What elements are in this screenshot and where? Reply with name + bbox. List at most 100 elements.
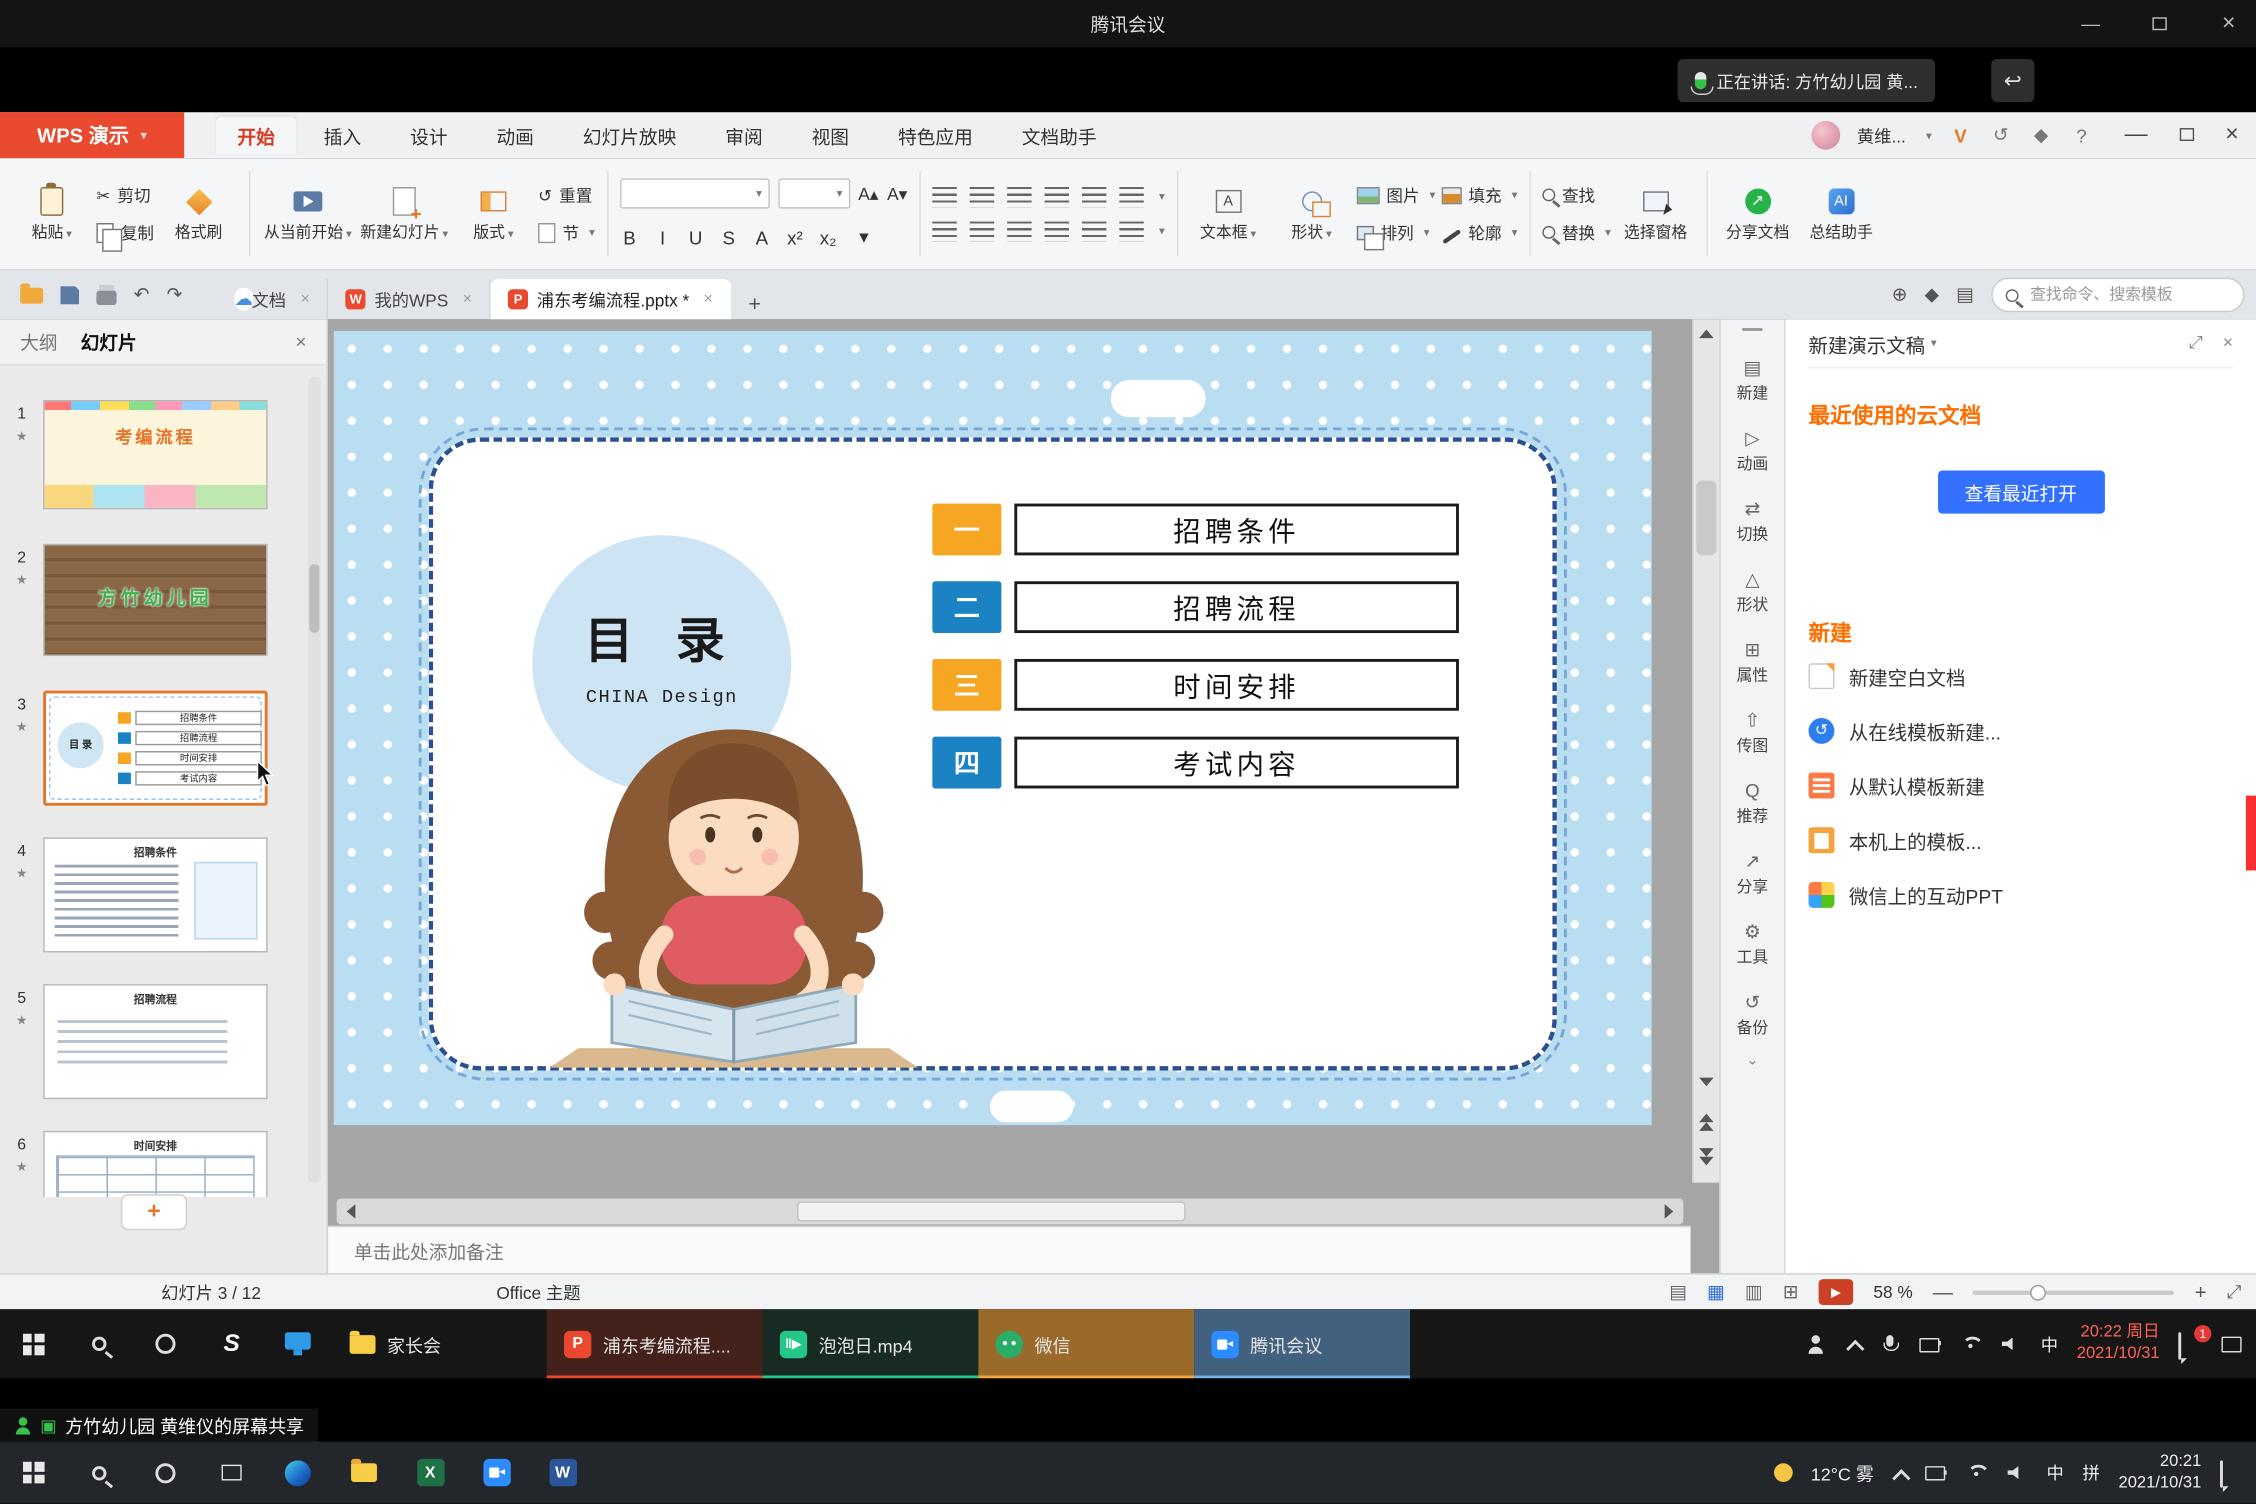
line-spacing-icon[interactable] bbox=[1119, 186, 1143, 206]
app-wechat[interactable]: 微信 bbox=[978, 1309, 1194, 1378]
taskbar-search-button[interactable] bbox=[66, 1309, 132, 1378]
reset-button[interactable]: ↺重置 bbox=[538, 181, 595, 210]
rail-item[interactable]: ⚙ 工具 bbox=[1721, 909, 1784, 980]
paste-button[interactable]: 粘贴▾ bbox=[13, 185, 91, 243]
picture-button[interactable]: 图片▾ bbox=[1356, 181, 1435, 210]
scroll-right-icon[interactable] bbox=[1665, 1204, 1674, 1218]
cortana-button[interactable] bbox=[132, 1309, 198, 1378]
local-templates-item[interactable]: 本机上的模板... bbox=[1809, 813, 2233, 866]
rail-more-icon[interactable]: ⌄ bbox=[1746, 1053, 1758, 1069]
tray-expand-icon[interactable] bbox=[1893, 1465, 1907, 1479]
wps-logo-button[interactable]: WPS 演示▾ bbox=[0, 112, 184, 158]
s-app-button[interactable]: S bbox=[199, 1309, 265, 1378]
zoom-in-icon[interactable]: + bbox=[2195, 1281, 2207, 1304]
close-icon[interactable]: × bbox=[463, 291, 472, 308]
indent-icon[interactable] bbox=[1044, 186, 1068, 206]
notes-area[interactable]: 单击此处添加备注 bbox=[328, 1226, 1691, 1273]
task-view-button[interactable] bbox=[199, 1442, 265, 1504]
print-icon[interactable] bbox=[96, 290, 116, 304]
selection-pane-button[interactable]: 选择窗格 bbox=[1617, 185, 1695, 243]
decrease-font-icon[interactable]: A▾ bbox=[887, 183, 907, 203]
textbox-button[interactable]: A 文本框▾ bbox=[1189, 185, 1267, 243]
theme-name[interactable]: Office 主题 bbox=[496, 1281, 580, 1305]
scroll-up-icon[interactable] bbox=[1699, 329, 1713, 338]
cortana-button[interactable] bbox=[132, 1442, 198, 1504]
user-name[interactable]: 黄维... bbox=[1857, 123, 1906, 147]
toc-item[interactable]: 四 考试内容 bbox=[932, 737, 1459, 789]
rail-item[interactable]: ▷ 动画 bbox=[1721, 416, 1784, 487]
fill-button[interactable]: 填充▾ bbox=[1441, 181, 1517, 210]
pane-expand-icon[interactable]: ⤢ bbox=[2189, 332, 2203, 354]
help-icon[interactable]: ? bbox=[2070, 124, 2093, 146]
slideshow-play-button[interactable]: ▶ bbox=[1819, 1279, 1854, 1305]
taskbar-search-button[interactable] bbox=[66, 1442, 132, 1504]
scroll-left-icon[interactable] bbox=[347, 1204, 356, 1218]
weather-text[interactable]: 12°C 雾 bbox=[1811, 1459, 1874, 1486]
paragraph-more-icon[interactable]: ▾ bbox=[1159, 190, 1165, 203]
mic-icon[interactable] bbox=[1880, 1333, 1902, 1355]
format-painter-button[interactable]: 格式刷 bbox=[160, 185, 238, 243]
menu-tab[interactable]: 审阅 bbox=[704, 117, 785, 154]
doc-tab-mywps[interactable]: W 我的WPS × bbox=[328, 279, 490, 319]
maximize-icon[interactable] bbox=[2147, 13, 2173, 35]
vscroll-thumb[interactable] bbox=[1696, 481, 1716, 556]
task-pane-title[interactable]: 新建演示文稿 bbox=[1809, 329, 1926, 358]
text-direction-icon[interactable] bbox=[1081, 186, 1105, 206]
people-icon[interactable] bbox=[1806, 1333, 1828, 1355]
horizontal-scrollbar[interactable] bbox=[337, 1199, 1684, 1225]
minimize-icon[interactable]: — bbox=[2078, 13, 2104, 35]
play-from-current-button[interactable]: 从当前开始▾ bbox=[262, 185, 354, 243]
start-button[interactable] bbox=[0, 1309, 66, 1378]
doc-tab-active[interactable]: P 浦东考编流程.pptx * × bbox=[491, 279, 731, 319]
toc-item[interactable]: 三 时间安排 bbox=[932, 659, 1459, 711]
close-icon[interactable]: × bbox=[2216, 11, 2242, 37]
normal-view-icon[interactable]: ▦ bbox=[1707, 1281, 1725, 1304]
slide-sorter-icon[interactable]: ▥ bbox=[1745, 1281, 1763, 1304]
font-size-select[interactable]: ▾ bbox=[778, 178, 850, 208]
app-folder[interactable]: 家长会 bbox=[331, 1309, 547, 1378]
close-icon[interactable]: × bbox=[300, 291, 309, 308]
undo-icon[interactable]: ↶ bbox=[134, 283, 150, 306]
skin-icon[interactable]: ◆ bbox=[1925, 283, 1939, 306]
rail-item[interactable]: ⇄ 切换 bbox=[1721, 486, 1784, 557]
font-style-button[interactable]: U bbox=[686, 227, 706, 249]
font-style-button[interactable]: x² bbox=[785, 227, 805, 249]
font-style-button[interactable]: S bbox=[719, 227, 739, 249]
wifi-icon[interactable] bbox=[1966, 1462, 1988, 1484]
numbered-list-icon[interactable] bbox=[969, 186, 993, 206]
next-slide-button[interactable] bbox=[1693, 1142, 1719, 1165]
section-button[interactable]: 节▾ bbox=[538, 218, 595, 247]
outdent-icon[interactable] bbox=[1007, 186, 1031, 206]
volume-icon[interactable] bbox=[2006, 1462, 2028, 1484]
share-doc-button[interactable]: ↗ 分享文档 bbox=[1719, 185, 1797, 243]
increase-font-icon[interactable]: A▴ bbox=[858, 183, 878, 203]
rail-item[interactable]: ▤ 新建 bbox=[1721, 345, 1784, 416]
rail-item[interactable]: Q 推荐 bbox=[1721, 768, 1784, 839]
wechat-interactive-ppt-item[interactable]: 微信上的互动PPT bbox=[1809, 868, 2233, 921]
sync-icon[interactable]: ↺ bbox=[1989, 124, 2012, 147]
layout-button[interactable]: 版式▾ bbox=[455, 185, 533, 243]
align-center-icon[interactable] bbox=[969, 221, 993, 241]
replace-button[interactable]: 替换▾ bbox=[1542, 218, 1611, 247]
tab-outline[interactable]: 大纲 bbox=[20, 328, 57, 355]
shapes-button[interactable]: 形状▾ bbox=[1273, 185, 1351, 243]
scroll-down-icon[interactable] bbox=[1699, 1078, 1713, 1087]
cut-button[interactable]: ✂剪切 bbox=[96, 181, 154, 210]
align-left-icon[interactable] bbox=[932, 221, 956, 241]
edge-button[interactable] bbox=[265, 1442, 331, 1504]
font-style-button[interactable]: I bbox=[653, 227, 673, 249]
tab-home[interactable]: 开始 bbox=[216, 117, 297, 154]
more-font-icon[interactable]: ▾ bbox=[854, 226, 874, 249]
summary-assistant-button[interactable]: AI 总结助手 bbox=[1802, 185, 1880, 243]
outline-button[interactable]: 轮廓▾ bbox=[1441, 218, 1517, 247]
justify-icon[interactable] bbox=[1044, 221, 1068, 241]
volume-icon[interactable] bbox=[2001, 1333, 2023, 1355]
layout-switch-icon[interactable]: ▤ bbox=[1956, 283, 1974, 306]
weather-icon[interactable] bbox=[1773, 1463, 1792, 1482]
app-wps-presentation[interactable]: P 浦东考编流程.... bbox=[547, 1309, 763, 1378]
battery-icon[interactable] bbox=[1920, 1333, 1942, 1355]
rail-item[interactable]: ⊞ 属性 bbox=[1721, 627, 1784, 698]
wifi-icon[interactable] bbox=[1960, 1333, 1982, 1355]
screen-share-banner[interactable]: ▣ 方竹幼儿园 黄维仪的屏幕共享 bbox=[0, 1409, 318, 1442]
rail-item[interactable]: ⇧ 传图 bbox=[1721, 698, 1784, 769]
